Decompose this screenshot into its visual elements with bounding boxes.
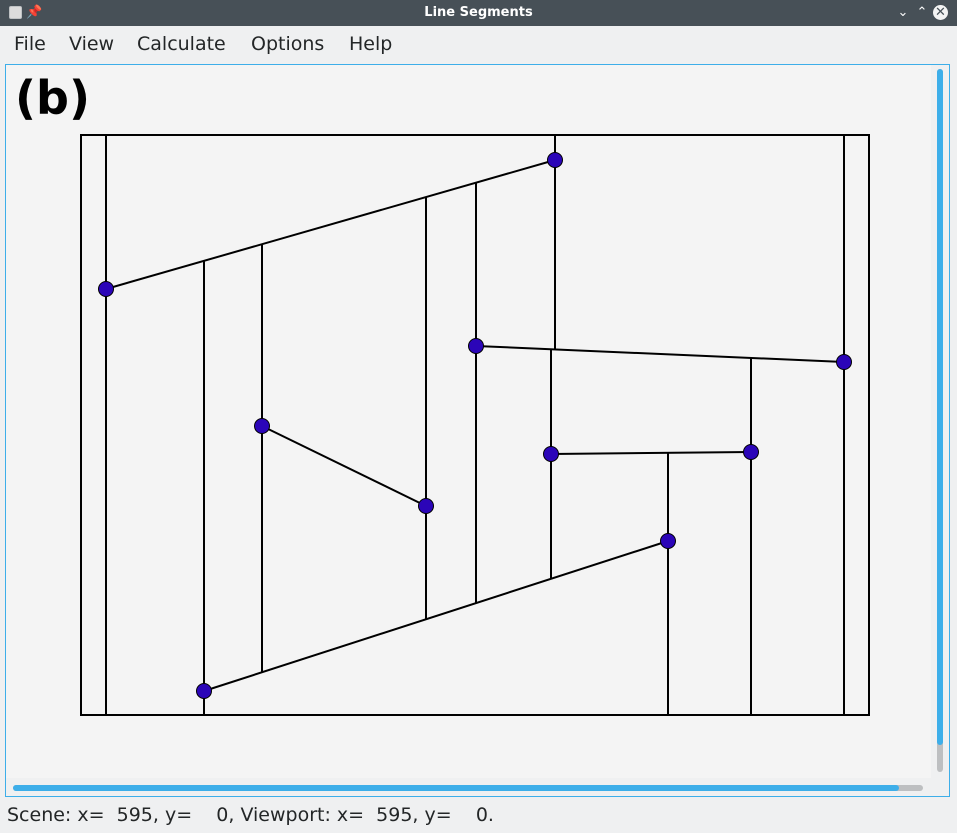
endpoint-marker[interactable] xyxy=(836,354,852,370)
segment xyxy=(203,540,669,692)
segment xyxy=(105,159,556,290)
endpoint-marker[interactable] xyxy=(543,446,559,462)
horizontal-scrollbar-thumb[interactable] xyxy=(13,785,899,791)
endpoint-marker[interactable] xyxy=(98,281,114,297)
segment xyxy=(261,425,427,507)
endpoint-marker[interactable] xyxy=(254,418,270,434)
scene-drawing xyxy=(80,134,870,716)
segment xyxy=(475,345,845,363)
endpoint-marker[interactable] xyxy=(743,444,759,460)
segment xyxy=(550,451,752,455)
endpoint-marker[interactable] xyxy=(660,533,676,549)
status-text: Scene: x= 595, y= 0, Viewport: x= 595, y… xyxy=(7,804,494,826)
endpoint-marker[interactable] xyxy=(547,152,563,168)
endpoint-marker[interactable] xyxy=(196,683,212,699)
endpoint-marker[interactable] xyxy=(418,498,434,514)
vertical-scrollbar-thumb[interactable] xyxy=(937,69,943,745)
scene-label: (b) xyxy=(15,71,90,125)
endpoint-marker[interactable] xyxy=(468,338,484,354)
